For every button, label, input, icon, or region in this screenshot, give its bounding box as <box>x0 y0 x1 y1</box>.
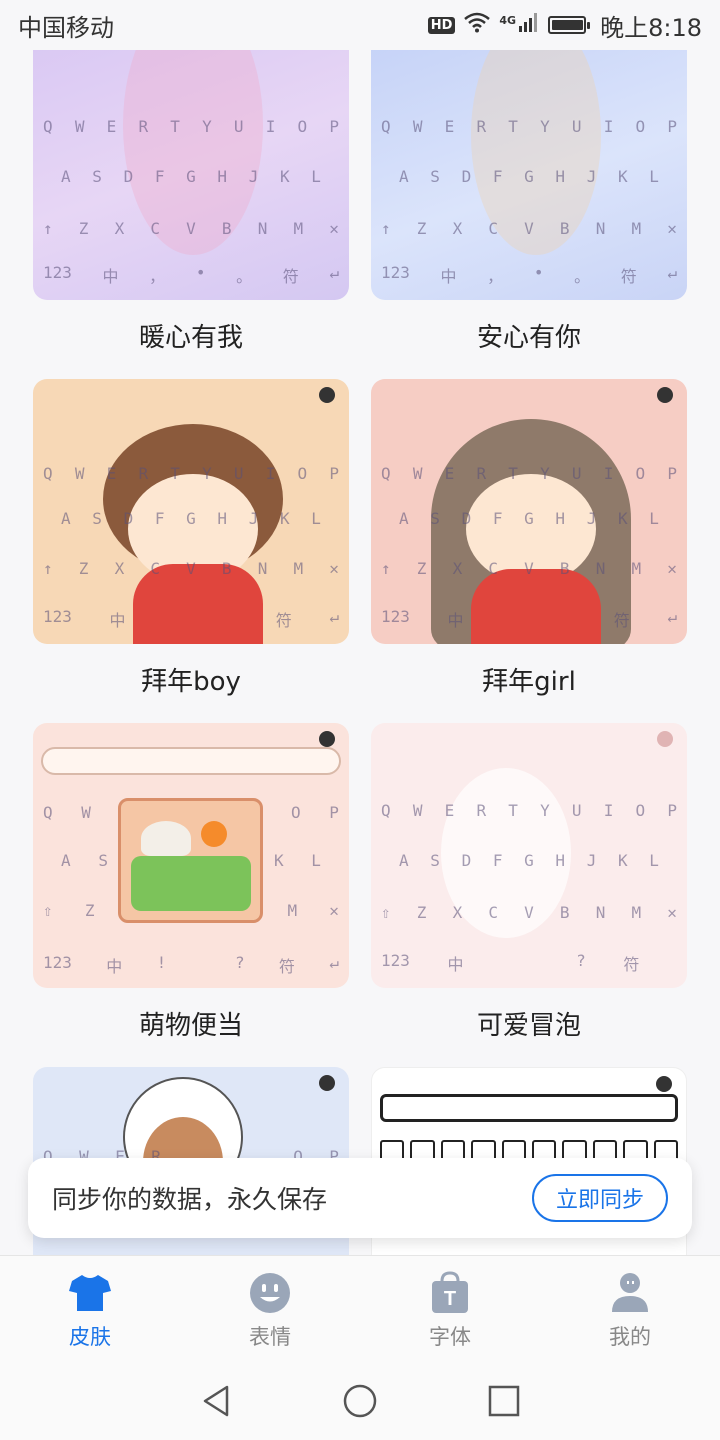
keyboard-row: ASDFGHJKL <box>61 509 321 528</box>
skin-card[interactable]: QWERTYUIOP ASDFGHJKL ↑ Z X C V B N M ✕ 123 中， •。符 ↵… <box>371 50 687 358</box>
person-icon <box>608 1271 652 1315</box>
keyboard-row: ↑ Z X C V B N M ✕ <box>43 219 339 238</box>
keyboard-row: ↑ Z X C V B N M ✕ <box>381 219 677 238</box>
skin-card[interactable]: QWERTYUIOP ASDFGHJKL ⇧ Z X C V B N M ✕ 123 中? 符 可爱… <box>371 723 687 1046</box>
tab-label: 字体 <box>429 1324 471 1349</box>
skin-card[interactable]: QWERTYUIOP ASDFGHJKL ↑ Z X C V B N M ✕ 123 中符 ↵ 拜年… <box>33 379 349 702</box>
keyboard-row: 123 中， •。符 ↵ <box>43 263 339 286</box>
skin-thumbnail[interactable]: QWERTYUIOP ASDFGHJKL ⇧ Z X C V B N M ✕ 123 中? 符 <box>371 723 687 988</box>
keyboard-row: 123 中符 ↵ <box>381 607 677 630</box>
keyboard-row: ASKL <box>61 851 321 870</box>
wifi-icon <box>463 11 491 39</box>
home-icon[interactable] <box>343 1384 377 1422</box>
keyboard-row: ⇧ Z X C V B N M ✕ <box>381 903 677 922</box>
battery-icon <box>548 16 591 34</box>
recents-icon[interactable] <box>487 1384 521 1422</box>
skin-name: 可爱冒泡 <box>476 1011 581 1041</box>
skin-thumbnail[interactable]: QWERTYUIOP ASDFGHJKL ↑ Z X C V B N M ✕ 123 中， •。符 ↵ <box>33 50 349 300</box>
smiley-icon <box>248 1271 292 1315</box>
carrier-label: 中国移动 <box>18 13 114 42</box>
bottom-tab-bar: 皮肤 表情 T 字体 我的 <box>0 1255 720 1365</box>
lock-icon <box>319 387 335 403</box>
keyboard-row: ASDFGHJKL <box>399 509 659 528</box>
skin-card[interactable]: QWOP ASKL ⇧ Z M ✕ 123 中!? 符 ↵ 萌物便当 <box>33 723 349 1046</box>
keyboard-row: ASDFGHJKL <box>61 167 321 186</box>
toolbar-strip <box>41 747 341 775</box>
keyboard-row: ↑ Z X C V B N M ✕ <box>43 559 339 578</box>
network-label: 4G <box>499 13 517 27</box>
hd-badge: HD <box>427 16 456 34</box>
keyboard-row: 123 中!? 符 ↵ <box>43 953 339 976</box>
toolbar-strip <box>380 1094 678 1122</box>
system-nav-bar <box>0 1365 720 1440</box>
keyboard-row: 123 中符 ↵ <box>43 607 339 630</box>
sync-message: 同步你的数据，永久保存 <box>52 1185 328 1214</box>
keyboard-row: QWERTYUIOP <box>43 464 339 483</box>
lock-icon <box>319 1075 335 1091</box>
tshirt-icon <box>68 1271 112 1315</box>
signal-icon <box>518 11 540 39</box>
lock-icon <box>319 731 335 747</box>
skin-thumbnail[interactable]: QWERTYUIOP ASDFGHJKL ↑ Z X C V B N M ✕ 123 中符 ↵ <box>371 379 687 644</box>
sync-banner: 同步你的数据，永久保存 立即同步 <box>28 1158 692 1238</box>
sync-now-button[interactable]: 立即同步 <box>531 1174 668 1222</box>
keyboard-row: QWERTYUIOP <box>43 117 339 136</box>
keyboard-row: QWERTYUIOP <box>381 464 677 483</box>
keyboard-row: QWERTYUIOP <box>381 117 677 136</box>
skin-card[interactable]: QWERTYUIOP ASDFGHJKL ↑ Z X C V B N M ✕ 123 中， •。符 ↵… <box>33 50 349 358</box>
keyboard-row: 123 中， •。符 ↵ <box>381 263 677 286</box>
lock-icon <box>657 731 673 747</box>
skin-thumbnail[interactable]: QWERTYUIOP ASDFGHJKL ↑ Z X C V B N M ✕ 123 中符 ↵ <box>33 379 349 644</box>
font-bag-icon: T <box>428 1270 472 1315</box>
tab-label: 皮肤 <box>69 1324 111 1349</box>
keyboard-row: ↑ Z X C V B N M ✕ <box>381 559 677 578</box>
back-icon[interactable] <box>199 1384 233 1422</box>
keyboard-row: 123 中? 符 <box>381 951 640 974</box>
tab-me[interactable]: 我的 <box>540 1256 720 1365</box>
skin-card[interactable]: QWERTYUIOP ASDFGHJKL ↑ Z X C V B N M ✕ 123 中符 ↵ 拜年… <box>371 379 687 702</box>
lock-icon <box>657 387 673 403</box>
keyboard-row: QWOP <box>43 803 339 822</box>
status-bar: 中国移动 HD 4G 晚上8:18 <box>0 0 720 50</box>
skin-grid: QWERTYUIOP ASDFGHJKL ↑ Z X C V B N M ✕ 123 中， •。符 ↵… <box>0 50 720 1255</box>
tab-fonts[interactable]: T 字体 <box>360 1256 540 1365</box>
skin-name: 拜年girl <box>482 667 576 697</box>
tab-label: 表情 <box>249 1324 291 1349</box>
keyboard-row: ASDFGHJKL <box>399 167 659 186</box>
lock-icon <box>656 1076 672 1092</box>
tab-skins[interactable]: 皮肤 <box>0 1256 180 1365</box>
keyboard-row: ASDFGHJKL <box>399 851 659 870</box>
tab-stickers[interactable]: 表情 <box>180 1256 360 1365</box>
time-label: 晚上8:18 <box>600 13 702 42</box>
skin-name: 萌物便当 <box>138 1011 243 1041</box>
skin-name: 拜年boy <box>141 667 241 697</box>
keyboard-row: QWERTYUIOP <box>381 801 677 820</box>
keyboard-row: ⇧ Z M ✕ <box>43 901 339 920</box>
skin-name: 安心有你 <box>476 323 581 353</box>
tab-label: 我的 <box>609 1324 651 1349</box>
svg-text:T: T <box>444 1288 456 1310</box>
skin-name: 暖心有我 <box>138 323 243 353</box>
skin-thumbnail[interactable]: QWERTYUIOP ASDFGHJKL ↑ Z X C V B N M ✕ 123 中， •。符 ↵ <box>371 50 687 300</box>
skin-thumbnail[interactable]: QWOP ASKL ⇧ Z M ✕ 123 中!? 符 ↵ <box>33 723 349 988</box>
